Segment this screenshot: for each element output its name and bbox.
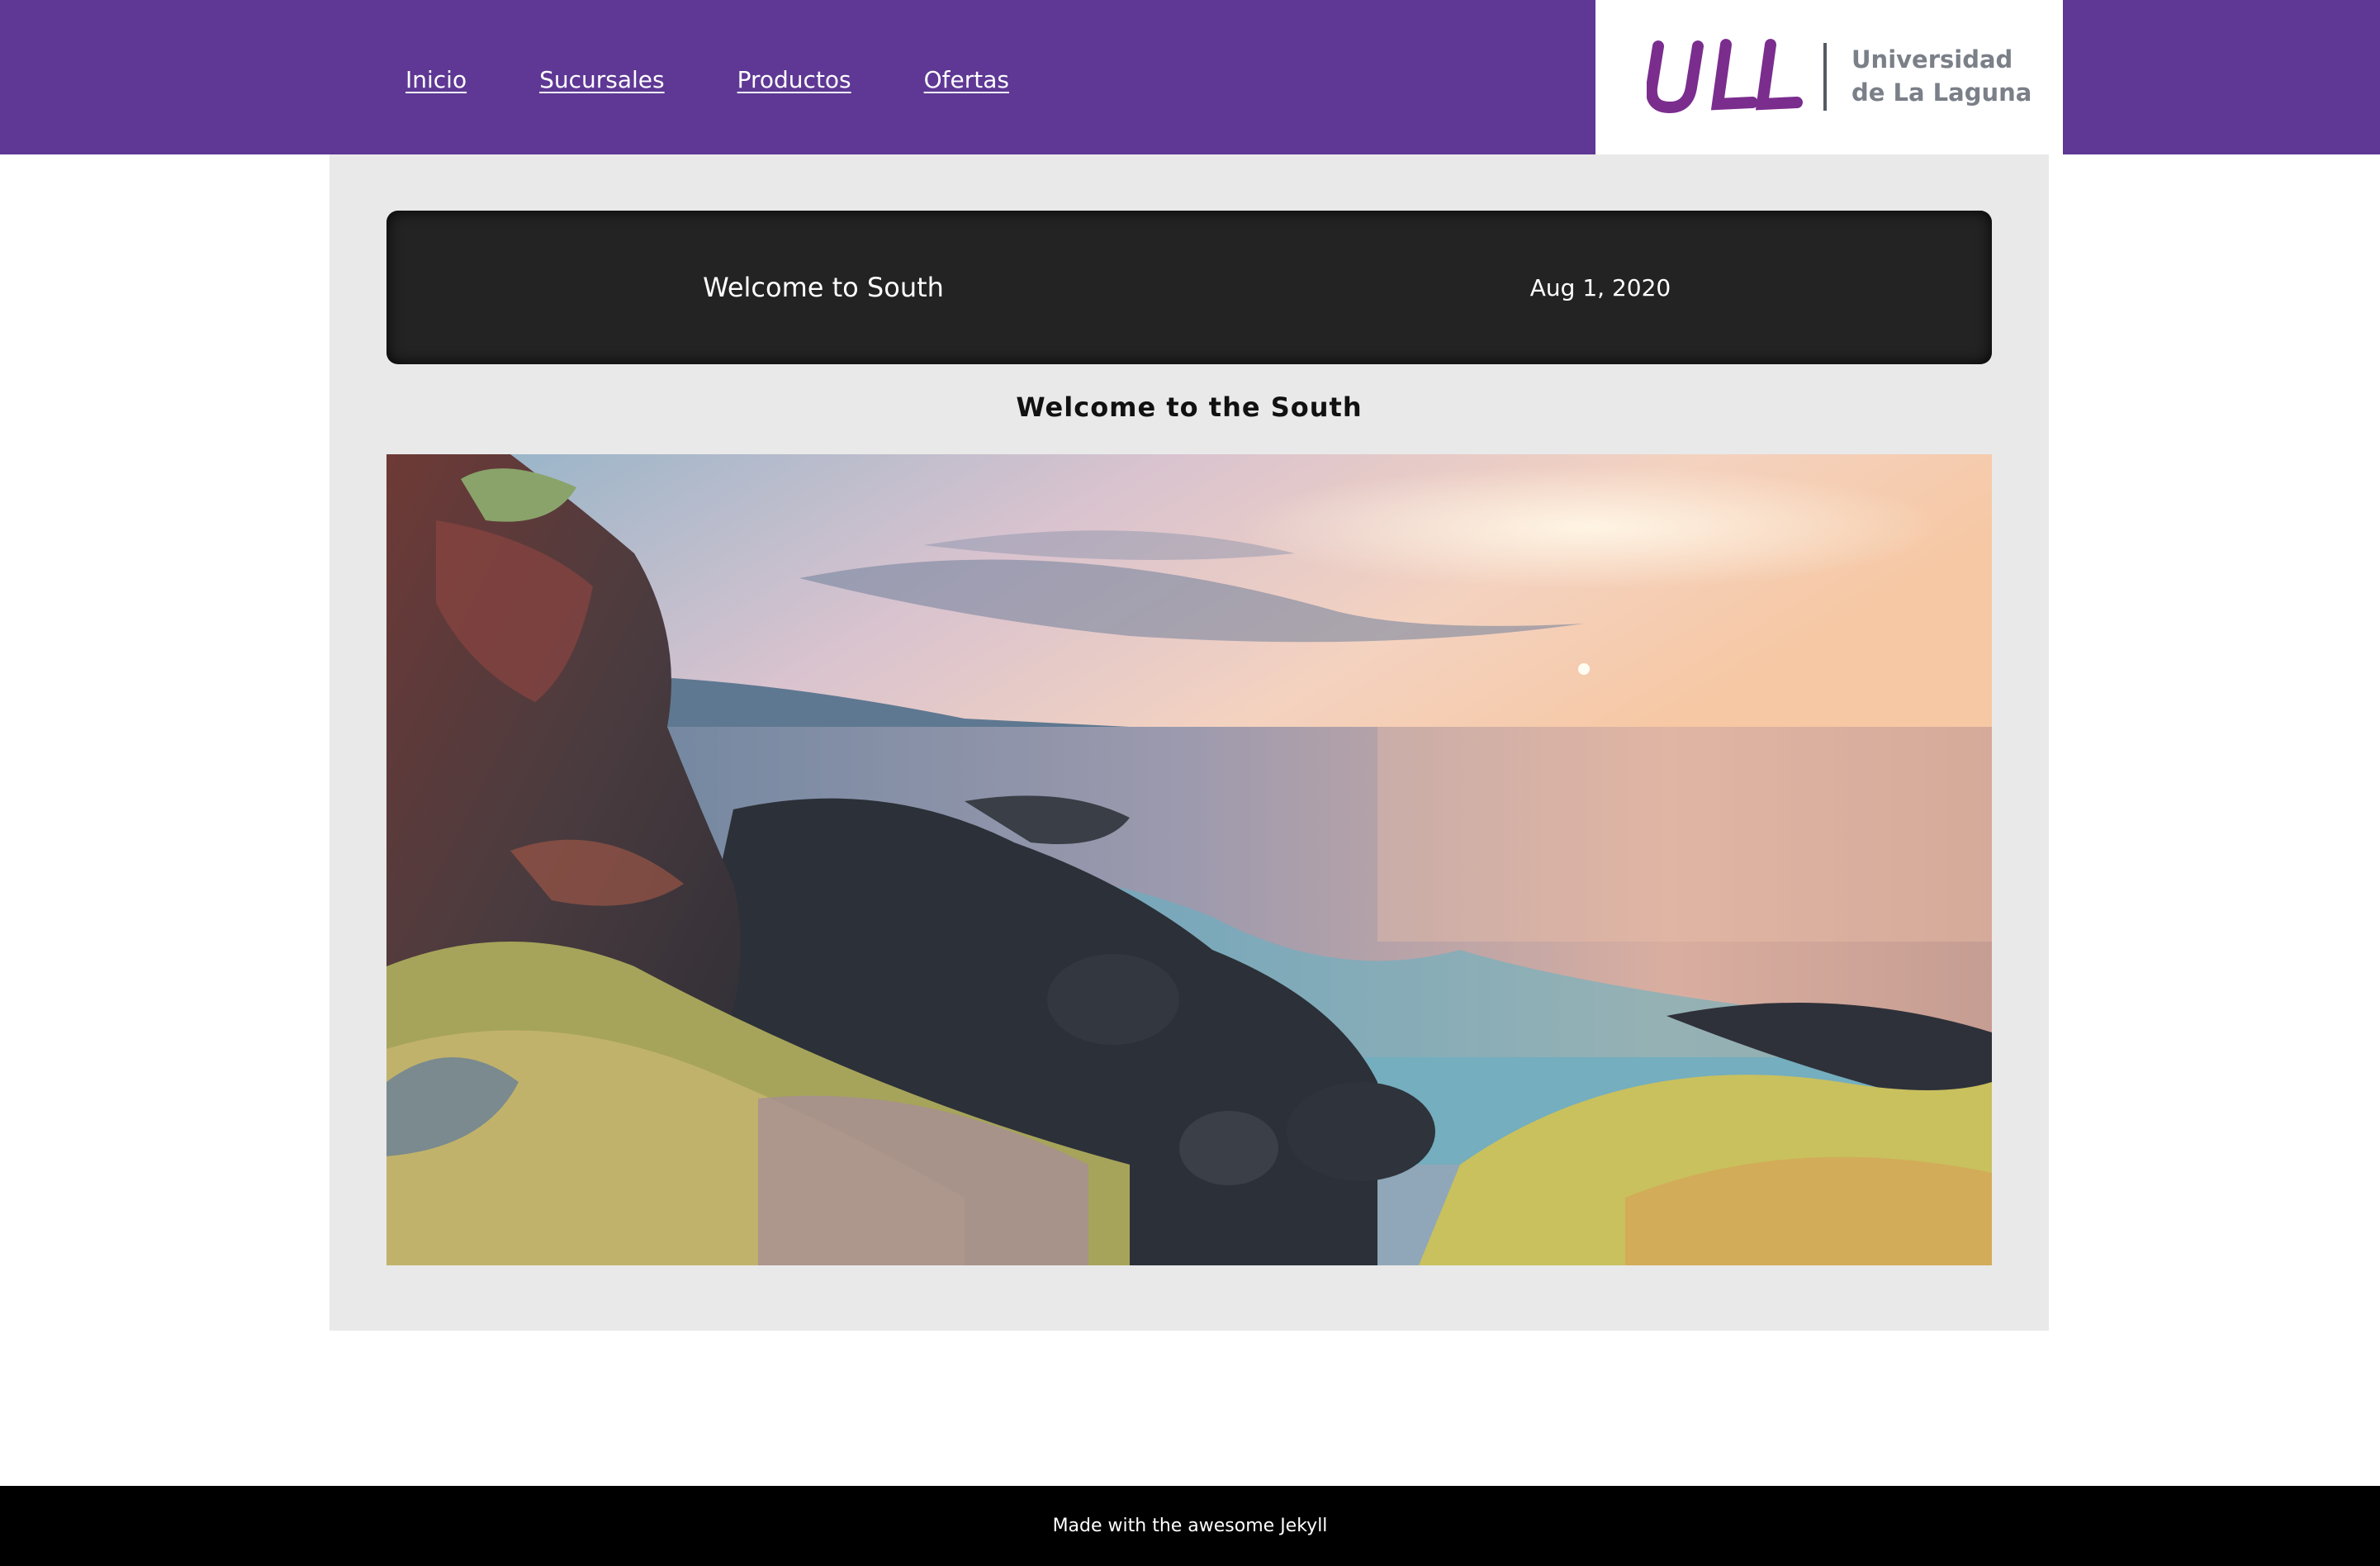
post-heading: Welcome to the South bbox=[1016, 392, 1363, 423]
logo-line-2: de La Laguna bbox=[1851, 78, 2032, 107]
logo-line-1: Universidad bbox=[1851, 45, 2013, 74]
post-title[interactable]: Welcome to South bbox=[386, 211, 1260, 364]
ull-logo-mark bbox=[1647, 39, 1803, 114]
main-nav: Inicio Sucursales Productos Ofertas bbox=[405, 66, 1082, 93]
university-logo[interactable]: Universidad de La Laguna bbox=[1595, 0, 2063, 154]
site-header: Inicio Sucursales Productos Ofertas Univ… bbox=[0, 0, 2380, 154]
page: Inicio Sucursales Productos Ofertas Univ… bbox=[0, 0, 2380, 1566]
logo-divider bbox=[1823, 43, 1827, 111]
logo-wordmark: Universidad de La Laguna bbox=[1851, 43, 2032, 109]
footer-text: Made with the awesome Jekyll bbox=[1052, 1516, 1328, 1536]
landscape-illustration bbox=[386, 454, 1992, 1265]
nav-link-sucursales[interactable]: Sucursales bbox=[539, 66, 665, 93]
post-header-bar: Welcome to South Aug 1, 2020 bbox=[386, 211, 1992, 364]
nav-link-inicio[interactable]: Inicio bbox=[405, 66, 467, 93]
post-date: Aug 1, 2020 bbox=[1529, 273, 1671, 301]
coastal-sunset-image bbox=[386, 454, 1992, 1265]
site-footer: Made with the awesome Jekyll bbox=[0, 1486, 2380, 1566]
nav-link-productos[interactable]: Productos bbox=[737, 66, 851, 93]
nav-link-ofertas[interactable]: Ofertas bbox=[924, 66, 1009, 93]
main-content: Welcome to South Aug 1, 2020 Welcome to … bbox=[330, 154, 2049, 1331]
